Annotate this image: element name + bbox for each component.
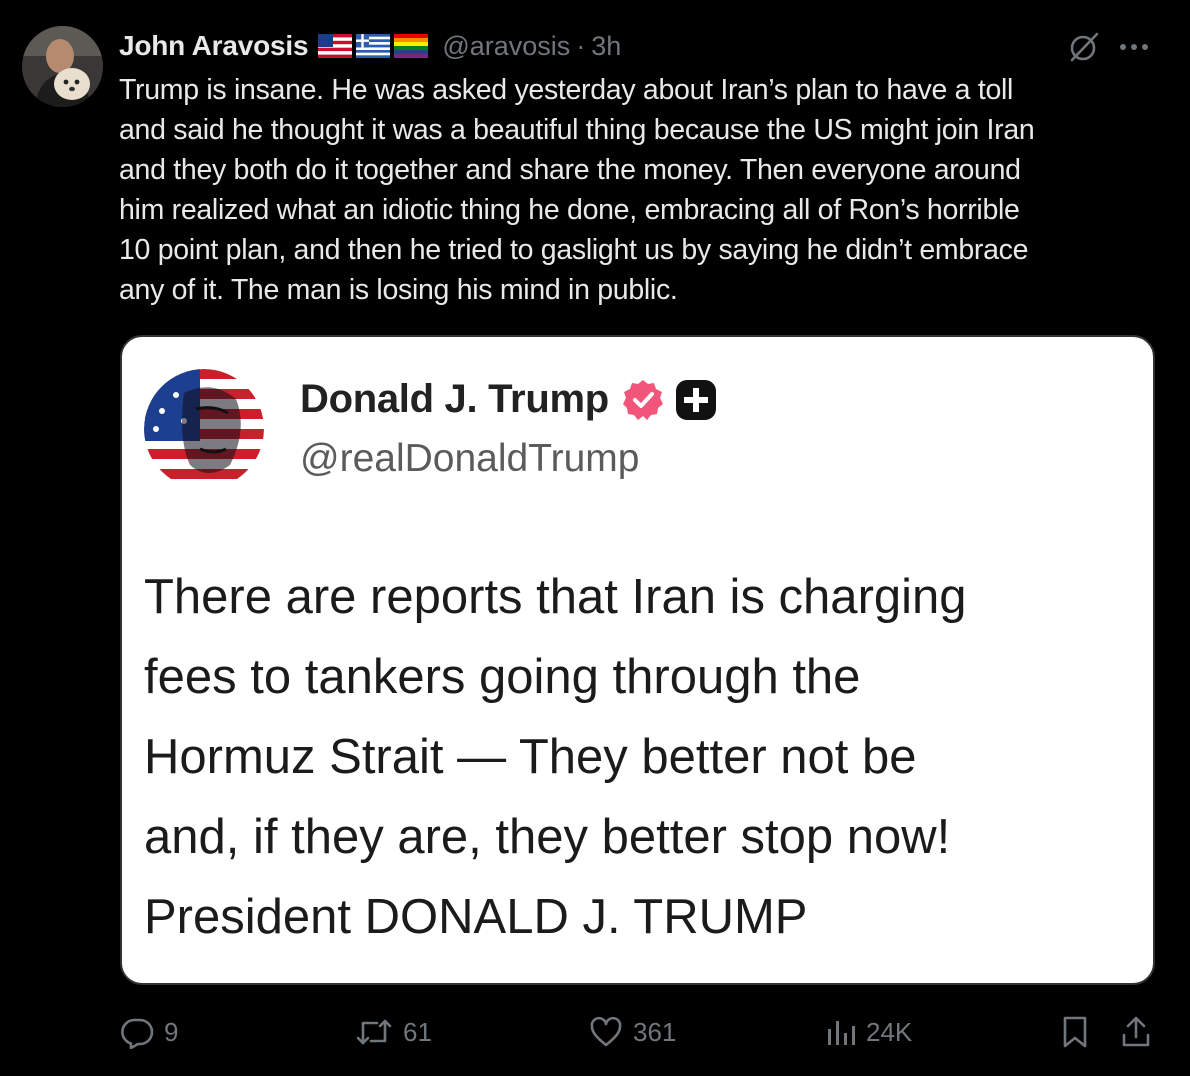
view-count: 24K	[866, 1016, 913, 1047]
share-button[interactable]	[1120, 1008, 1152, 1056]
us-flag-icon	[318, 34, 353, 58]
like-button[interactable]: 361	[589, 1008, 676, 1056]
views-button[interactable]: 24K	[826, 1008, 912, 1056]
bookmark-icon	[1063, 1016, 1087, 1048]
trump-avatar	[144, 369, 264, 489]
heart-icon	[590, 1016, 622, 1047]
post-text: Trump is insane. He was asked yesterday …	[119, 74, 1035, 306]
repost-count: 61	[403, 1016, 432, 1047]
reply-count: 9	[164, 1016, 179, 1047]
author-name[interactable]: John Aravosis	[119, 30, 309, 62]
quoted-screenshot-image[interactable]: Donald J. Trump @realDonaldTrump There a…	[120, 335, 1155, 985]
quoted-author-handle: @realDonaldTrump	[300, 437, 640, 480]
more-options-button[interactable]	[1114, 30, 1154, 64]
repost-button[interactable]: 61	[355, 1008, 432, 1056]
greece-flag-icon	[356, 34, 391, 58]
repost-icon	[356, 1019, 392, 1045]
more-icon	[1120, 44, 1148, 50]
flag-emojis	[318, 34, 429, 58]
share-icon	[1122, 1016, 1150, 1047]
quoted-author-row: Donald J. Trump	[300, 377, 717, 422]
author-handle[interactable]: @aravosis	[442, 31, 570, 62]
plus-badge-icon	[675, 379, 716, 420]
post-header: John Aravosis @aravosis · 3h	[119, 28, 621, 64]
analytics-icon	[828, 1021, 855, 1045]
quoted-author-name: Donald J. Trump	[300, 377, 609, 421]
verified-badge-icon	[622, 379, 663, 420]
post[interactable]: John Aravosis @aravosis · 3h Trump is in…	[0, 0, 1190, 1076]
quoted-post-text: There are reports that Iran is charging …	[144, 570, 967, 944]
rainbow-flag-icon	[394, 34, 429, 58]
grok-button[interactable]	[1064, 28, 1104, 66]
separator-dot: ·	[576, 30, 586, 61]
like-count: 361	[633, 1016, 677, 1047]
reply-button[interactable]: 9	[120, 1008, 178, 1056]
author-avatar[interactable]	[22, 26, 103, 107]
reply-icon	[121, 1018, 154, 1049]
action-bar: 9 61 361 24K	[0, 1008, 1190, 1056]
post-timestamp[interactable]: 3h	[591, 31, 621, 62]
grok-icon	[1070, 32, 1099, 62]
bookmark-button[interactable]	[1060, 1008, 1090, 1056]
